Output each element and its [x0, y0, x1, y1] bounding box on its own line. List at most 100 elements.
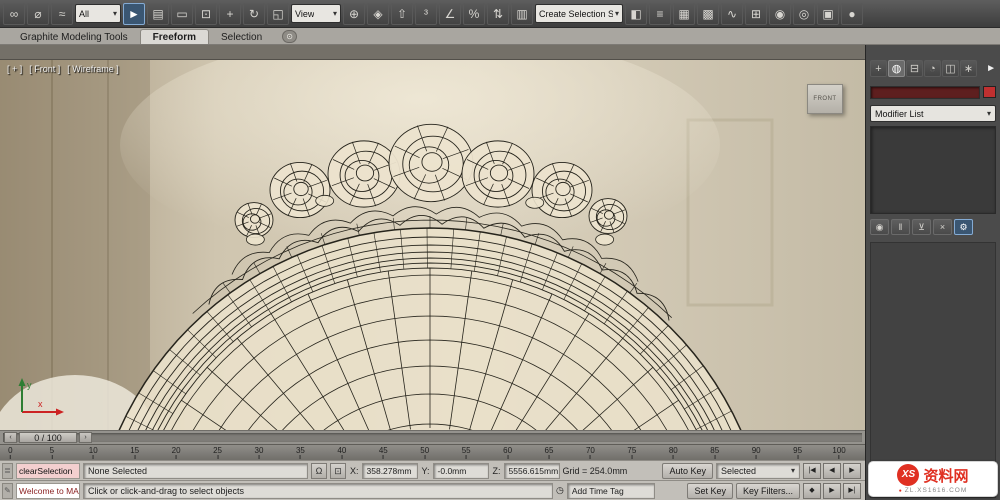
axis-gizmo: x y [18, 378, 64, 416]
selection-lock-icon[interactable]: Ω [311, 462, 327, 479]
maxscript-listener-icon[interactable]: ≣ [2, 462, 13, 479]
graphite-ribbon-toggle-icon[interactable]: ▩ [697, 2, 719, 25]
frame-tick: 25 [213, 446, 222, 459]
select-and-link-icon[interactable]: ∞ [3, 2, 25, 25]
time-slider-back-button[interactable]: ‹ [4, 432, 17, 443]
select-and-scale-icon[interactable]: ◱ [267, 2, 289, 25]
maxscript-mini-listener-line[interactable]: clearSelection [16, 462, 80, 479]
display-tab-icon[interactable]: ◫ [942, 59, 959, 77]
select-and-manipulate-icon[interactable]: ◈ [367, 2, 389, 25]
y-coordinate-field[interactable]: -0.0mm [432, 462, 489, 479]
prompt-line: Click or click-and-drag to select object… [83, 482, 553, 499]
material-editor-icon[interactable]: ◉ [769, 2, 791, 25]
select-by-name-icon[interactable]: ▤ [147, 2, 169, 25]
keyboard-shortcut-override-icon[interactable]: ⇧ [391, 2, 413, 25]
curve-editor-icon[interactable]: ∿ [721, 2, 743, 25]
motion-tab-icon[interactable]: ◔ [924, 59, 941, 77]
auto-key-button[interactable]: Auto Key [662, 462, 713, 479]
logo-subtitle-row: ● ZL.XS1616.COM [899, 487, 968, 494]
frame-tick: 40 [337, 446, 346, 459]
panel-rollout-arrow-icon[interactable]: ► [986, 63, 996, 74]
unlink-selection-icon[interactable]: ⌀ [27, 2, 49, 25]
front-viewport[interactable]: [ + ] [ Front ] [ Wireframe ] FRONT x y [0, 60, 865, 430]
layer-manager-icon[interactable]: ▦ [673, 2, 695, 25]
select-object-icon[interactable]: ► [123, 2, 145, 25]
modifier-stack[interactable] [870, 126, 996, 214]
configure-modifier-sets-icon[interactable]: ⚙ [954, 219, 973, 235]
utilities-tab-icon[interactable]: ∗ [960, 59, 977, 77]
select-and-rotate-icon[interactable]: ↻ [243, 2, 265, 25]
ribbon-tab-bar: Graphite Modeling Tools Freeform Selection… [0, 28, 1000, 45]
key-filters-button[interactable]: Key Filters... [735, 482, 800, 499]
remove-modifier-icon[interactable]: × [933, 219, 952, 235]
z-coordinate-field[interactable]: 5556.615mm [503, 462, 560, 479]
schematic-view-icon[interactable]: ⊞ [745, 2, 767, 25]
go-to-end-button[interactable]: ▶| [843, 482, 861, 499]
percent-snap-toggle-icon[interactable]: % [463, 2, 485, 25]
modifier-list-dropdown[interactable]: Modifier List ▾ [870, 105, 996, 122]
rectangular-selection-region-icon[interactable]: ▭ [171, 2, 193, 25]
key-mode-dropdown[interactable]: Selected ▾ [716, 462, 800, 479]
absolute-offset-toggle-icon[interactable]: ⊡ [330, 462, 346, 479]
track-bar[interactable]: 0 5 10 15 20 25 30 35 40 45 50 55 60 65 70 75 80 85 90 95 10… [0, 444, 865, 460]
rendered-frame-window-icon[interactable]: ▣ [817, 2, 839, 25]
viewport-general-menu[interactable]: [ + ] [7, 64, 22, 74]
use-pivot-point-center-icon[interactable]: ⊕ [343, 2, 365, 25]
maxscript-listener-output-line[interactable]: Welcome to MAX! [16, 482, 80, 499]
axis-y-label: y [27, 380, 32, 390]
time-slider-track[interactable] [3, 433, 862, 442]
x-coordinate-field[interactable]: 358.278mm [361, 462, 418, 479]
modify-tab-icon[interactable]: ◍ [888, 59, 905, 77]
tab-graphite-modeling-tools[interactable]: Graphite Modeling Tools [8, 30, 140, 44]
select-and-move-icon[interactable]: + [219, 2, 241, 25]
selection-filter-dropdown-label: All [79, 8, 90, 19]
align-icon[interactable]: ≡ [649, 2, 671, 25]
main-toolbar: ∞ ⌀ ≈ All ▾ ► ▤ ▭ ⊡ + ↻ ◱ View ▾ ⊕ ◈ ⇧ ³ ∠% ⇅ ▥ Create Select… [0, 0, 1000, 28]
mirror-icon[interactable]: ◧ [625, 2, 647, 25]
status-row-1: ≣ clearSelection None Selected Ω ⊡ X: 35… [0, 460, 865, 480]
play-animation-button[interactable]: ▶ [843, 462, 861, 479]
pin-stack-icon[interactable]: ◉ [870, 219, 889, 235]
named-selection-sets-dropdown[interactable]: Create Selection Se ▾ [535, 4, 623, 23]
render-production-icon[interactable]: ● [841, 2, 863, 25]
frame-tick: 45 [379, 446, 388, 459]
viewcube[interactable]: FRONT [807, 84, 843, 114]
status-row-2: ✎ Welcome to MAX! Click or click-and-dra… [0, 480, 865, 500]
angle-snap-toggle-icon[interactable]: ∠ [439, 2, 461, 25]
make-unique-icon[interactable]: ⊻ [912, 219, 931, 235]
tab-freeform[interactable]: Freeform [139, 29, 210, 44]
key-mode-toggle-button[interactable]: ◆ [803, 482, 821, 499]
create-tab-icon[interactable]: + [870, 59, 887, 77]
time-slider-handle[interactable]: 0 / 100 [19, 432, 77, 443]
macro-recorder-icon[interactable]: ✎ [2, 482, 13, 499]
snap-toggle-3d-icon[interactable]: ³ [415, 2, 437, 25]
viewport-shading-menu[interactable]: [ Wireframe ] [67, 64, 119, 74]
object-color-swatch[interactable] [983, 86, 996, 98]
ribbon-tabs: Graphite Modeling Tools Freeform Selection [8, 29, 274, 44]
ribbon-minimize-button[interactable]: ⊙ [282, 30, 298, 43]
show-end-result-icon[interactable]: ‖ [891, 219, 910, 235]
add-time-tag-field[interactable]: Add Time Tag [566, 482, 655, 499]
time-slider-forward-button[interactable]: › [79, 432, 92, 443]
reference-coordinate-system-dropdown[interactable]: View ▾ [291, 4, 341, 23]
frame-tick: 30 [255, 446, 264, 459]
go-to-start-button[interactable]: |◀ [803, 462, 821, 479]
bind-to-space-warp-icon[interactable]: ≈ [51, 2, 73, 25]
window-crossing-toggle-icon[interactable]: ⊡ [195, 2, 217, 25]
render-setup-icon[interactable]: ◎ [793, 2, 815, 25]
frame-tick: 10 [89, 446, 98, 459]
viewcube-front-face[interactable]: FRONT [813, 96, 836, 102]
hierarchy-tab-icon[interactable]: ⊟ [906, 59, 923, 77]
spinner-snap-toggle-icon[interactable]: ⇅ [487, 2, 509, 25]
viewport-pov-menu[interactable]: [ Front ] [29, 64, 60, 74]
next-frame-button[interactable]: ▶ [823, 482, 841, 499]
frame-tick: 35 [296, 446, 305, 459]
chevron-down-icon: ▾ [332, 9, 337, 18]
object-name-field[interactable] [870, 85, 980, 99]
playback-controls-bottom: ◆ ▶ ▶| [803, 482, 861, 499]
edit-named-selection-sets-icon[interactable]: ▥ [511, 2, 533, 25]
selection-filter-dropdown[interactable]: All ▾ [75, 4, 121, 23]
set-key-button[interactable]: Set Key [687, 482, 733, 499]
previous-frame-button[interactable]: ◀ [823, 462, 841, 479]
tab-selection[interactable]: Selection [209, 30, 274, 44]
